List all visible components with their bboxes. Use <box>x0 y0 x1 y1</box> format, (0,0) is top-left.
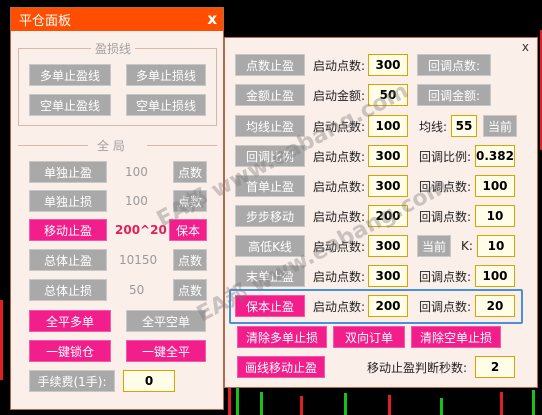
single-take-profit-button[interactable]: 单独止盈 <box>29 161 107 183</box>
clear-long-stop-loss-button[interactable]: 清除多单止损 <box>237 326 327 348</box>
retrace-points-input[interactable]: 20 <box>475 295 515 317</box>
move-take-profit-button[interactable]: 移动止盈 <box>29 219 107 241</box>
retrace-points-input[interactable]: 100 <box>475 175 515 197</box>
start-points-label: 启动点数: <box>313 269 366 284</box>
clear-short-stop-loss-button[interactable]: 清除空单止损 <box>411 326 501 348</box>
short-take-profit-line-button[interactable]: 空单止盈线 <box>29 94 111 116</box>
two-way-order-button[interactable]: 双向订单 <box>333 326 405 348</box>
candle <box>440 398 443 415</box>
panel-title: 平仓面板 <box>19 14 72 29</box>
one-click-lock-button[interactable]: 一键锁仓 <box>29 340 111 362</box>
start-points-input[interactable]: 200 <box>368 295 408 317</box>
start-points-label: 启动点数: <box>313 179 366 194</box>
candle <box>300 396 303 415</box>
ma-label: 均线: <box>419 119 448 134</box>
candle <box>388 395 391 415</box>
total-take-profit-unit-button[interactable]: 点数 <box>173 249 207 271</box>
retrace-points-input[interactable]: 100 <box>475 265 515 287</box>
panel-title-bar: 平仓面板 x <box>11 8 223 31</box>
close-icon[interactable]: x <box>522 40 529 54</box>
move-tp-judge-seconds-label: 移动止盈判断秒数: <box>367 360 468 375</box>
step-move-button[interactable]: 步步移动 <box>235 205 305 227</box>
start-points-input[interactable]: 300 <box>368 54 408 76</box>
multi-stop-loss-line-button[interactable]: 多单止损线 <box>126 64 206 86</box>
candle <box>500 392 503 415</box>
single-stop-loss-value: 100 <box>125 194 148 208</box>
close-icon[interactable]: x <box>207 10 217 28</box>
retrace-ratio-input[interactable]: 0.382 <box>475 145 515 167</box>
short-stop-loss-line-button[interactable]: 空单止损线 <box>126 94 206 116</box>
one-click-close-all-button[interactable]: 一键全平 <box>126 340 206 362</box>
start-points-input[interactable]: 300 <box>368 145 408 167</box>
draw-line-move-take-profit-button[interactable]: 画线移动止盈 <box>237 356 325 378</box>
divider <box>18 145 88 146</box>
retrace-points-button[interactable]: 回调点数: <box>417 54 491 76</box>
k-label: K: <box>461 239 473 253</box>
close-all-long-button[interactable]: 全平多单 <box>29 310 111 332</box>
candle <box>0 300 3 380</box>
retrace-points-input[interactable]: 10 <box>475 205 515 227</box>
move-tp-judge-seconds-input[interactable]: 2 <box>475 356 515 378</box>
start-points-label: 启动点数: <box>313 299 366 314</box>
single-stop-loss-button[interactable]: 单独止损 <box>29 190 107 212</box>
fee-input[interactable]: 0 <box>123 370 175 392</box>
kline-current-button[interactable]: 当前 <box>417 235 451 257</box>
close-all-short-button[interactable]: 全平空单 <box>126 310 206 332</box>
points-take-profit-button[interactable]: 点数止盈 <box>235 54 305 76</box>
candle <box>236 388 239 415</box>
start-points-input[interactable]: 300 <box>368 265 408 287</box>
single-take-profit-value: 100 <box>125 165 148 179</box>
total-stop-loss-button[interactable]: 总体止损 <box>29 279 107 301</box>
multi-take-profit-line-button[interactable]: 多单止盈线 <box>29 64 111 86</box>
total-take-profit-button[interactable]: 总体止盈 <box>29 249 107 271</box>
candle <box>260 392 263 415</box>
retrace-points-label: 回调点数: <box>419 299 472 314</box>
start-points-label: 启动点数: <box>313 58 366 73</box>
total-take-profit-value: 10150 <box>119 253 158 267</box>
amount-take-profit-button[interactable]: 金额止盈 <box>235 84 305 106</box>
retrace-points-label: 回调点数: <box>419 269 472 284</box>
group-label-global: 全 局 <box>93 137 129 154</box>
fee-label-button: 手续费(1手): <box>29 370 115 392</box>
divider <box>147 145 217 146</box>
ma-period-input[interactable]: 55 <box>451 115 477 137</box>
candle <box>532 390 535 415</box>
candle <box>344 393 347 415</box>
k-count-input[interactable]: 10 <box>477 235 515 257</box>
retrace-amount-button[interactable]: 回调金额: <box>417 84 491 106</box>
total-stop-loss-value: 50 <box>129 283 145 297</box>
group-label-profit-loss: 盈损线 <box>91 40 136 57</box>
retrace-ratio-label: 回调比例: <box>419 149 472 164</box>
ma-current-button[interactable]: 当前 <box>483 115 517 137</box>
